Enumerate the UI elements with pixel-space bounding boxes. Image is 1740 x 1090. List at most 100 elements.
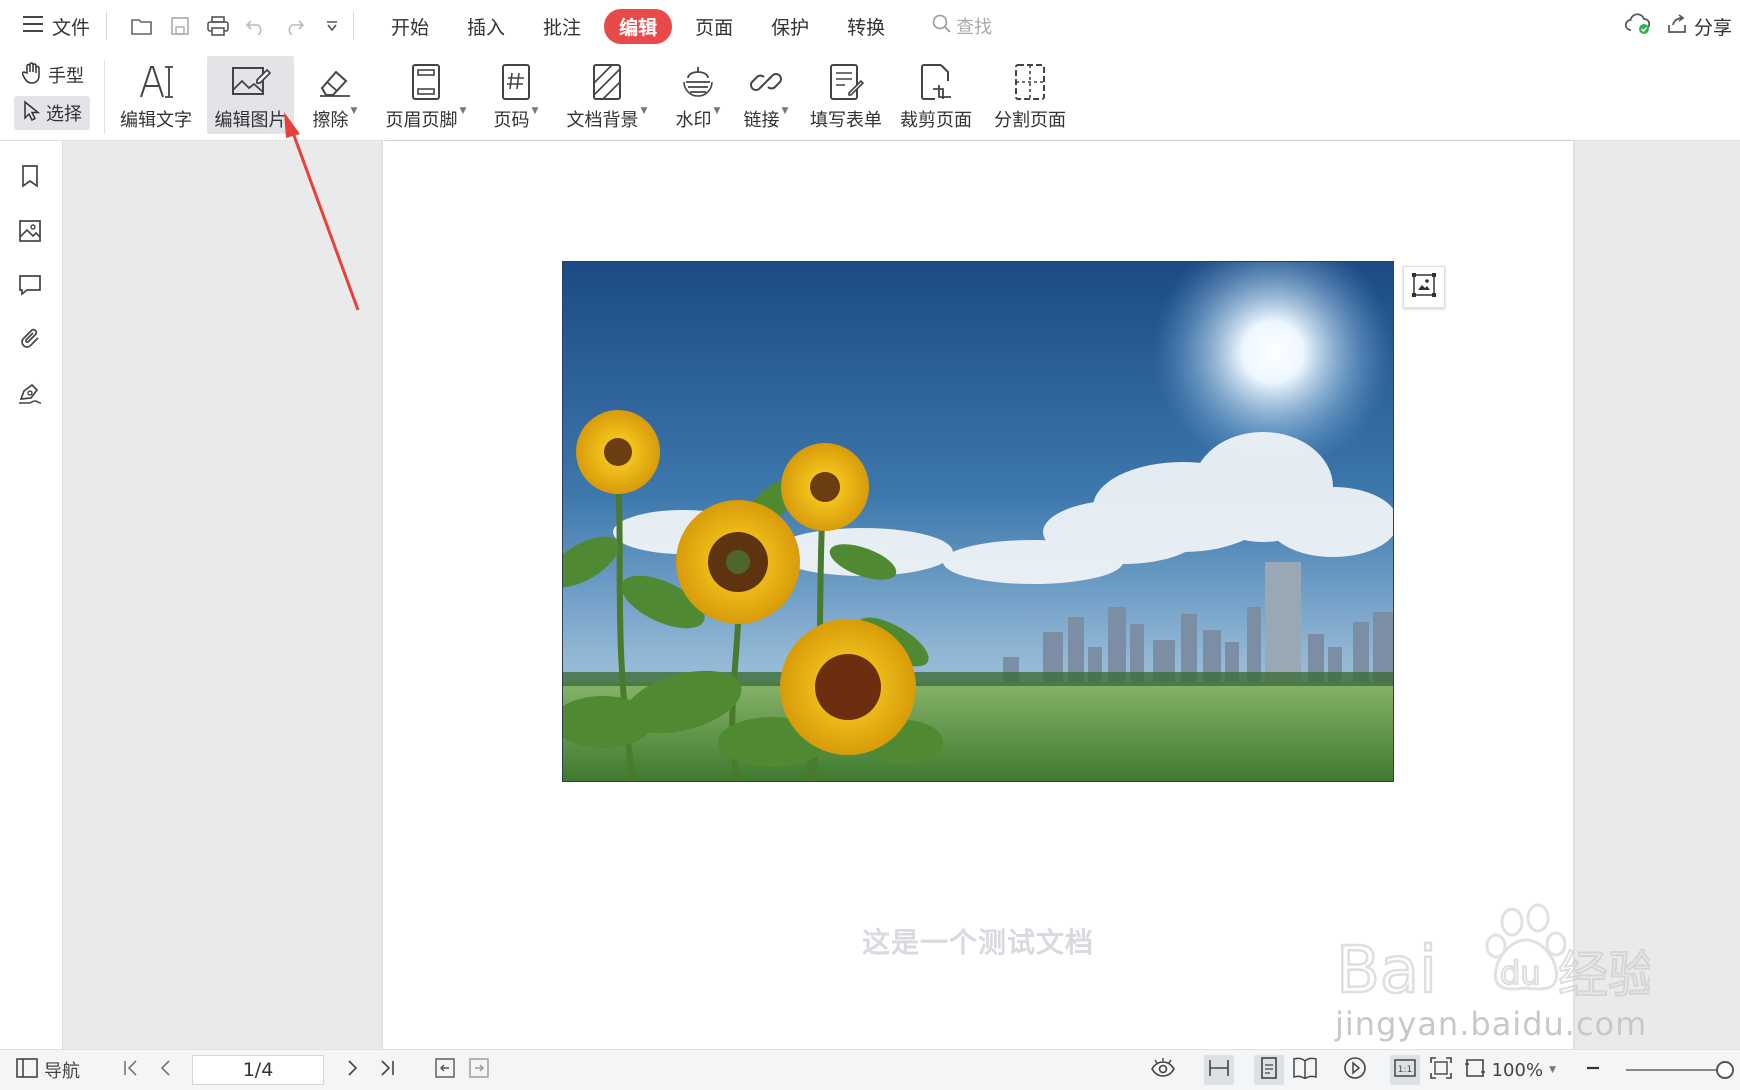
ribbon-tabs: 开始 插入 批注 编辑 页面 保护 转换 (372, 8, 904, 44)
hand-icon (21, 61, 42, 89)
single-page-button[interactable] (1253, 1055, 1284, 1085)
next-page-button[interactable] (338, 1055, 368, 1085)
dropdown-caret-icon: ▼ (781, 106, 789, 116)
document-image[interactable] (562, 261, 1394, 782)
edit-image-button[interactable]: 编辑图片 (207, 56, 294, 134)
tab-convert[interactable]: 转换 (832, 9, 900, 44)
image-options-button[interactable] (1403, 266, 1445, 308)
top-right-actions: 分享 (1624, 12, 1732, 40)
document-background-icon (591, 60, 623, 104)
erase-button[interactable]: 擦除 ▼ (304, 56, 366, 134)
tab-annotate[interactable]: 批注 (528, 9, 596, 44)
zoom-dropdown[interactable]: 100% ▼ (1464, 1057, 1556, 1083)
file-menu-button[interactable]: 文件 (16, 6, 96, 46)
dropdown-caret-icon: ▼ (1549, 1065, 1556, 1075)
hand-tool-button[interactable]: 手型 (14, 58, 90, 92)
zoom-slider[interactable] (1626, 1061, 1734, 1079)
search-box[interactable]: 查找 (932, 13, 992, 39)
share-button[interactable]: 分享 (1666, 13, 1732, 40)
hand-tool-label: 手型 (48, 66, 84, 87)
actual-size-icon: 1:1 (1393, 1058, 1416, 1082)
previous-page-button[interactable] (150, 1055, 180, 1085)
link-label-wrap: 链接 ▼ (744, 106, 789, 132)
document-background-button[interactable]: 文档背景 ▼ (562, 56, 652, 134)
dropdown-caret-icon: ▼ (459, 106, 467, 116)
back-button[interactable] (430, 1055, 460, 1085)
link-icon (748, 60, 784, 104)
image-frame-icon (1411, 272, 1437, 302)
edit-text-button[interactable]: 编辑文字 (116, 56, 196, 134)
page-number-button[interactable]: 页码 ▼ (486, 56, 546, 134)
print-icon[interactable] (207, 15, 229, 37)
watermark-button[interactable]: 水印 ▼ (668, 56, 728, 134)
split-page-button[interactable]: 分割页面 (990, 56, 1070, 134)
image-thumbnail-icon[interactable] (17, 218, 43, 244)
open-folder-icon[interactable] (131, 15, 153, 37)
comment-icon[interactable] (17, 272, 43, 298)
title-tab-bar: 文件 开始 插入 批注 编辑 页面 保护 转换 查找 分享 (0, 0, 1740, 52)
share-label: 分享 (1693, 16, 1732, 39)
watermark-label-wrap: 水印 ▼ (676, 106, 721, 132)
first-page-button[interactable] (116, 1055, 146, 1085)
document-background-label-wrap: 文档背景 ▼ (567, 106, 648, 132)
tab-protect[interactable]: 保护 (756, 9, 824, 44)
undo-icon[interactable] (245, 15, 267, 37)
zoom-slider-handle[interactable] (1716, 1061, 1734, 1079)
edit-text-icon (137, 60, 175, 104)
fit-width-button[interactable] (1203, 1055, 1234, 1085)
eye-protection-button[interactable] (1148, 1055, 1178, 1085)
dropdown-caret-icon: ▼ (640, 106, 648, 116)
two-page-button[interactable] (1290, 1055, 1320, 1085)
tab-insert[interactable]: 插入 (452, 9, 520, 44)
two-page-icon (1292, 1057, 1318, 1083)
bookmark-icon[interactable] (17, 163, 43, 189)
edit-image-label: 编辑图片 (214, 110, 287, 131)
redo-icon[interactable] (283, 15, 305, 37)
header-footer-button[interactable]: 页眉页脚 ▼ (380, 56, 472, 134)
chevron-left-icon (159, 1059, 171, 1081)
save-icon[interactable] (169, 15, 191, 37)
cloud-sync-icon[interactable] (1624, 12, 1652, 40)
divider (104, 60, 105, 134)
file-menu-label: 文件 (52, 16, 91, 39)
forward-button[interactable] (464, 1055, 494, 1085)
header-footer-label: 页眉页脚 (385, 110, 458, 131)
single-page-icon (1260, 1057, 1278, 1083)
erase-label-wrap: 擦除 ▼ (313, 106, 358, 132)
crop-page-label: 裁剪页面 (900, 110, 972, 131)
dropdown-caret-icon: ▼ (350, 106, 358, 116)
last-page-button[interactable] (372, 1055, 402, 1085)
svg-text:1:1: 1:1 (1397, 1065, 1411, 1075)
select-tool-button[interactable]: 选择 (14, 96, 90, 130)
view-controls: 1:1 100% ▼ (1148, 1055, 1734, 1085)
fill-form-button[interactable]: 填写表单 (806, 56, 886, 134)
page-number-field[interactable]: 1/4 (192, 1055, 324, 1085)
divider (353, 12, 355, 40)
link-button[interactable]: 链接 ▼ (736, 56, 796, 134)
share-icon (1666, 13, 1688, 39)
chevron-right-icon (347, 1059, 359, 1081)
page-number-icon (500, 60, 532, 104)
tab-start[interactable]: 开始 (376, 9, 444, 44)
watermark-label: 水印 (675, 110, 712, 131)
crop-page-button[interactable]: 裁剪页面 (896, 56, 976, 134)
fit-page-button[interactable] (1426, 1055, 1456, 1085)
zoom-out-button[interactable] (1578, 1055, 1608, 1085)
customize-toolbar-icon[interactable] (321, 15, 343, 37)
sunflower (676, 500, 800, 624)
sunflower (781, 443, 869, 531)
tab-edit[interactable]: 编辑 (604, 8, 673, 44)
attachment-icon[interactable] (17, 326, 43, 352)
cursor-icon (22, 99, 41, 127)
fit-width-icon (1208, 1058, 1230, 1082)
navigation-label: 导航 (44, 1061, 80, 1082)
tab-page[interactable]: 页面 (680, 9, 748, 44)
actual-size-button[interactable]: 1:1 (1389, 1055, 1420, 1085)
svg-text:经验: 经验 (1558, 946, 1650, 1004)
dropdown-caret-icon: ▼ (713, 106, 721, 116)
eraser-icon (316, 60, 354, 104)
navigation-toggle[interactable]: 导航 (16, 1057, 80, 1083)
signature-icon[interactable] (17, 380, 43, 406)
last-page-icon (379, 1059, 395, 1081)
play-button[interactable] (1340, 1055, 1370, 1085)
